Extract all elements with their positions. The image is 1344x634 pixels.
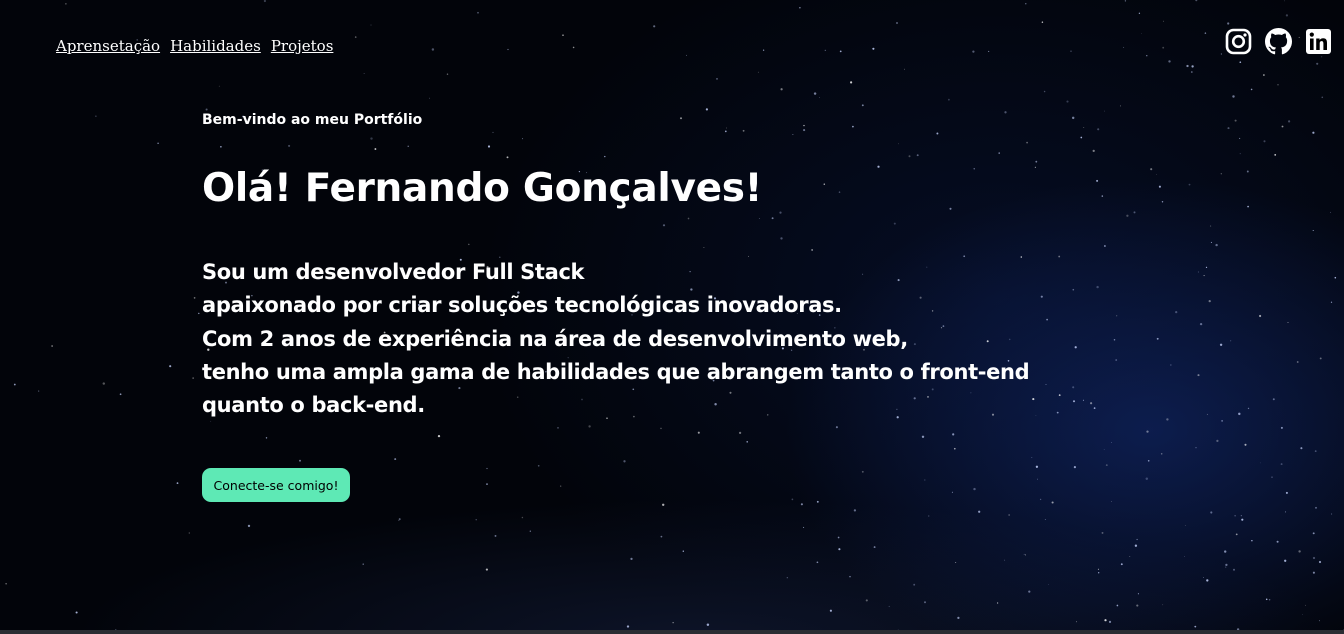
top-nav: Aprensetação Habilidades Projetos	[56, 37, 333, 55]
bottom-divider	[0, 630, 1344, 634]
bio-line: Com 2 anos de experiência na área de des…	[202, 326, 908, 351]
bio-line: quanto o back-end.	[202, 393, 425, 418]
bio-line: apaixonado por criar soluções tecnológic…	[202, 293, 842, 318]
nav-link-projetos[interactable]: Projetos	[271, 37, 334, 55]
hero-section: Aprensetação Habilidades Projetos Bem-vi…	[0, 0, 1344, 634]
social-links	[1225, 28, 1332, 55]
bio-text: Sou um desenvolvedor Full Stack apaixona…	[202, 256, 1030, 422]
linkedin-icon[interactable]	[1305, 28, 1332, 55]
welcome-text: Bem-vindo ao meu Portfólio	[202, 112, 423, 128]
github-icon[interactable]	[1265, 28, 1292, 55]
connect-button[interactable]: Conecte-se comigo!	[202, 468, 350, 502]
instagram-icon[interactable]	[1225, 28, 1252, 55]
nav-link-apresentacao[interactable]: Aprensetação	[56, 37, 160, 55]
bio-line: Sou um desenvolvedor Full Stack	[202, 260, 585, 284]
page-title: Olá! Fernando Gonçalves!	[202, 166, 763, 211]
nav-link-habilidades[interactable]: Habilidades	[170, 37, 261, 55]
bio-line: tenho uma ampla gama de habilidades que …	[202, 359, 1030, 384]
